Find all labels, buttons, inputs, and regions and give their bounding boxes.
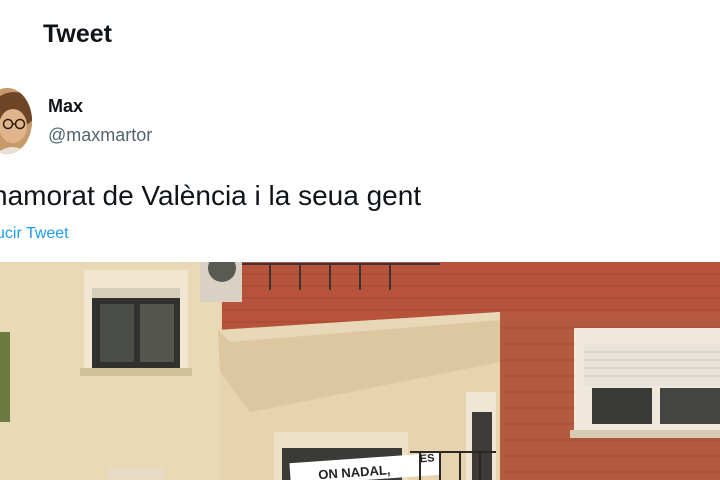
tweet-text: namorat de València i la seua gent bbox=[0, 180, 422, 211]
avatar-image bbox=[0, 88, 32, 154]
author-name[interactable]: Max bbox=[48, 96, 83, 117]
translate-tweet-link[interactable]: ucir Tweet bbox=[0, 225, 69, 243]
building-photo: ON NADAL, ES bbox=[0, 262, 720, 480]
tweet-media-image[interactable]: ON NADAL, ES bbox=[0, 262, 720, 480]
page-title: Tweet bbox=[43, 20, 112, 48]
banner-text-2: ES bbox=[419, 452, 434, 465]
avatar[interactable] bbox=[0, 88, 32, 154]
author-handle[interactable]: @maxmartor bbox=[48, 125, 152, 146]
